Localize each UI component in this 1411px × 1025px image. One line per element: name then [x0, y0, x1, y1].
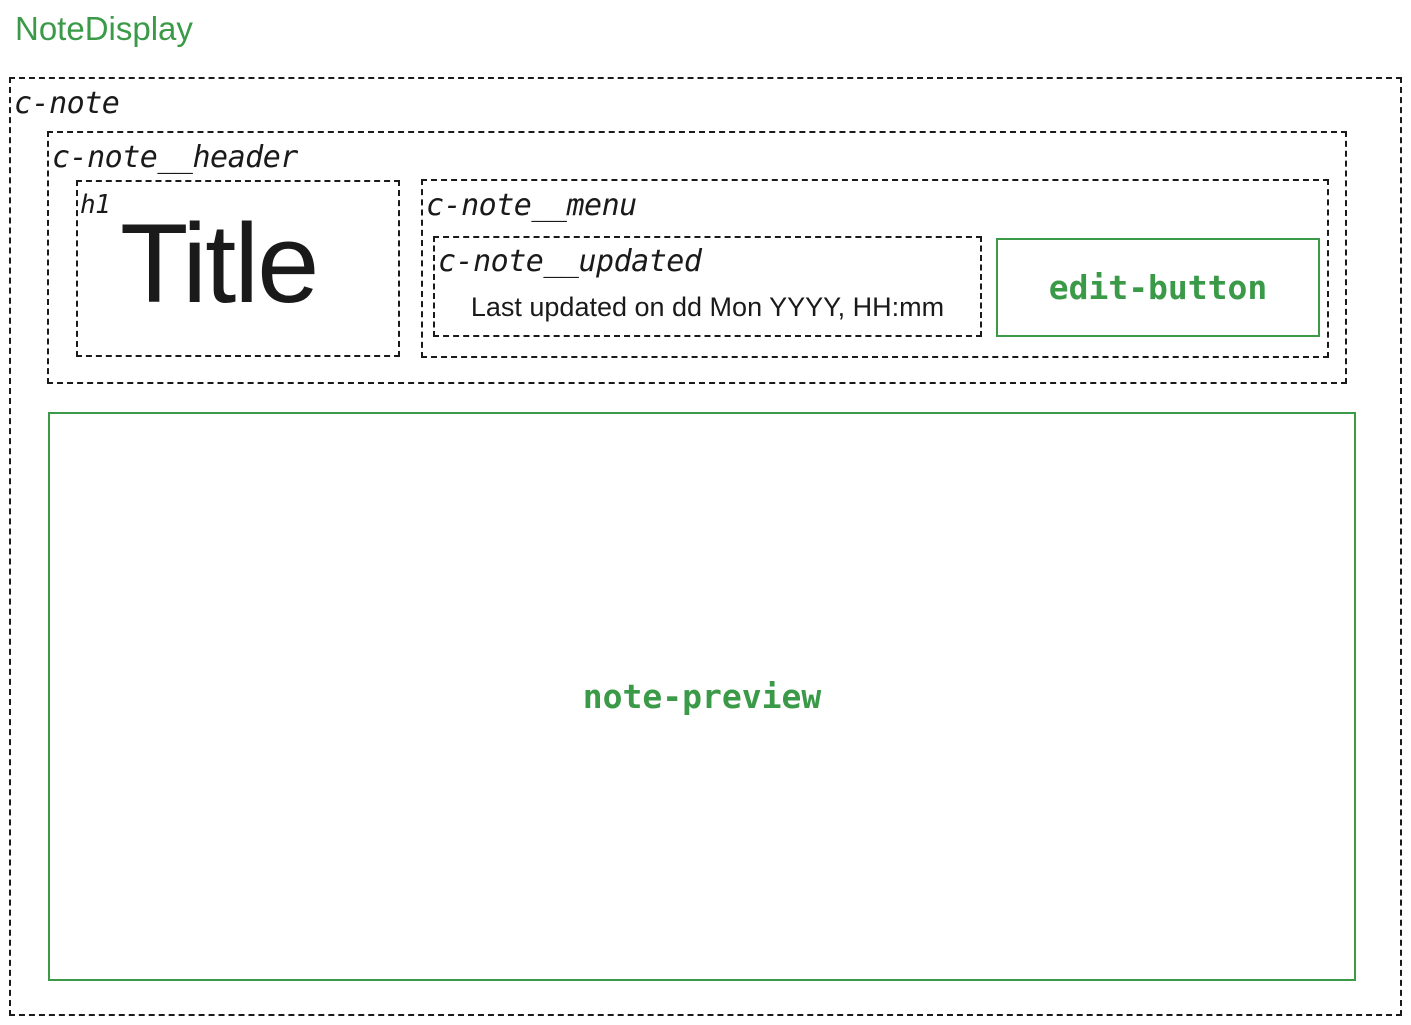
note-preview: note-preview — [48, 412, 1356, 981]
edit-button[interactable]: edit-button — [996, 238, 1320, 337]
note-title: Title — [120, 201, 319, 326]
c-note-menu-label: c-note__menu — [426, 188, 637, 223]
c-note-label: c-note — [14, 86, 120, 121]
diagram-title: NoteDisplay — [15, 10, 193, 47]
c-note-updated-label: c-note__updated — [438, 244, 702, 279]
h1-label: h1 — [80, 190, 111, 220]
last-updated-text: Last updated on dd Mon YYYY, HH:mm — [470, 292, 945, 322]
c-note-header-label: c-note__header — [52, 140, 298, 175]
